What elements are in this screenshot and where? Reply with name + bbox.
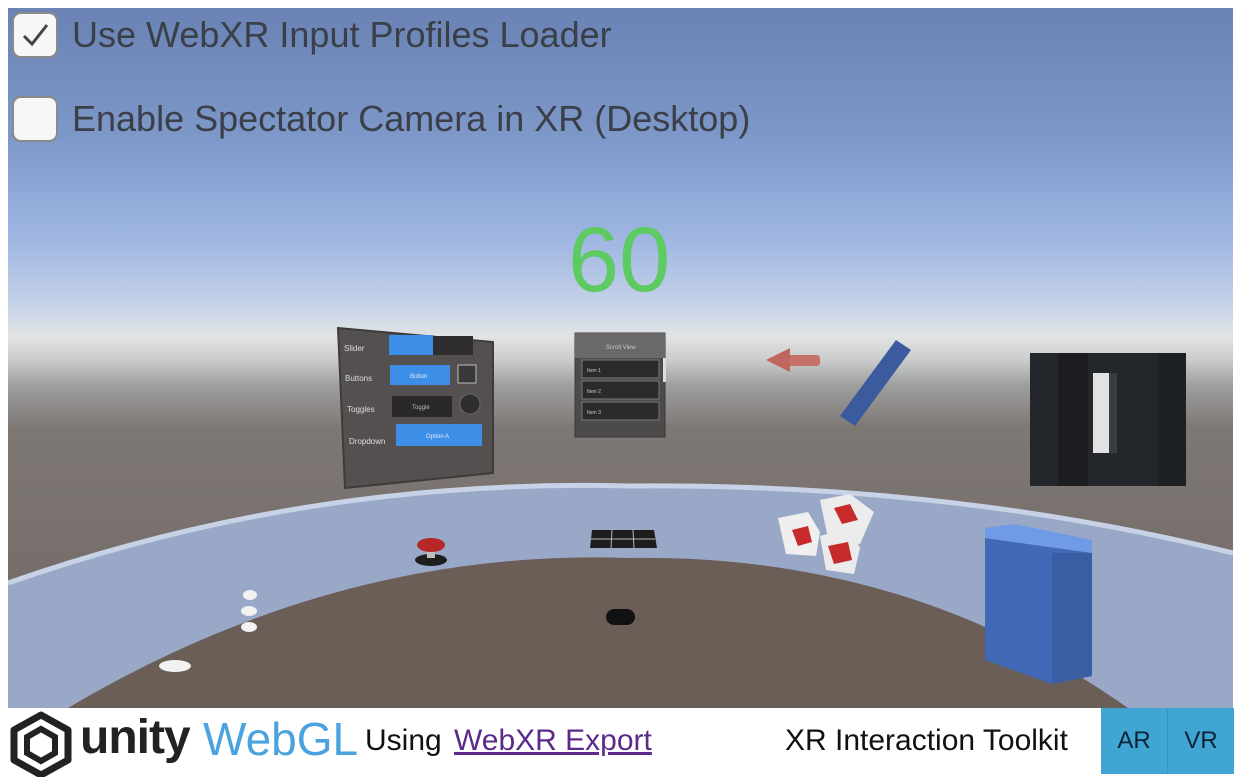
slider-track <box>433 336 473 355</box>
panel-toggle-knob <box>459 393 481 415</box>
panel-buttons-label: Buttons <box>345 374 372 383</box>
webgl-canvas[interactable]: Slider Buttons Button Toggles Toggle Dro… <box>8 8 1233 708</box>
panel-slider-label: Slider <box>344 344 365 353</box>
panel-toggles-label: Toggles <box>347 405 375 414</box>
panel-icon-button <box>457 364 477 384</box>
unity-logo-icon <box>10 711 72 777</box>
black-frame <box>1030 353 1186 486</box>
spectator-camera-checkbox[interactable] <box>12 96 58 142</box>
keypad <box>590 529 657 549</box>
checkmark-icon <box>22 24 49 47</box>
input-profiles-label[interactable]: Use WebXR Input Profiles Loader <box>72 14 612 56</box>
webgl-wordmark: WebGL <box>203 713 359 765</box>
scroll-item-2: Item 2 <box>587 389 601 395</box>
footer-bar: unity WebGL Using WebXR Export XR Intera… <box>0 708 1241 781</box>
using-text: Using <box>365 724 442 757</box>
unity-wordmark: unity <box>80 711 191 764</box>
black-capsule <box>606 609 635 625</box>
panel-dropdown-label: Dropdown <box>349 437 385 446</box>
panel-button-text: Button <box>410 374 427 380</box>
webxr-export-link[interactable]: WebXR Export <box>454 724 652 758</box>
slider-fill <box>389 335 433 355</box>
input-profiles-option[interactable]: Use WebXR Input Profiles Loader <box>12 12 612 58</box>
scroll-item-1: Item 1 <box>587 368 601 374</box>
blue-plank <box>840 340 911 426</box>
scroll-item-3: Item 3 <box>587 410 601 416</box>
scroll-view-title: Scroll View <box>606 345 636 351</box>
ar-button[interactable]: AR <box>1101 708 1168 774</box>
vr-button[interactable]: VR <box>1168 708 1234 774</box>
ui-canvas-panel: Slider Buttons Button Toggles Toggle Dro… <box>336 326 494 490</box>
spectator-camera-option[interactable]: Enable Spectator Camera in XR (Desktop) <box>12 96 750 142</box>
red-arrow <box>766 348 820 372</box>
scroll-view-panel: Scroll View Item 1 Item 2 Item 3 <box>574 332 666 438</box>
spectator-camera-label[interactable]: Enable Spectator Camera in XR (Desktop) <box>72 98 750 140</box>
toolkit-text: XR Interaction Toolkit <box>785 724 1068 757</box>
fps-counter: 60 <box>568 209 671 311</box>
panel-toggle-text: Toggle <box>412 405 430 411</box>
blue-box <box>985 524 1092 684</box>
panel-dropdown-text: Option A <box>426 434 449 440</box>
input-profiles-checkbox[interactable] <box>12 12 58 58</box>
